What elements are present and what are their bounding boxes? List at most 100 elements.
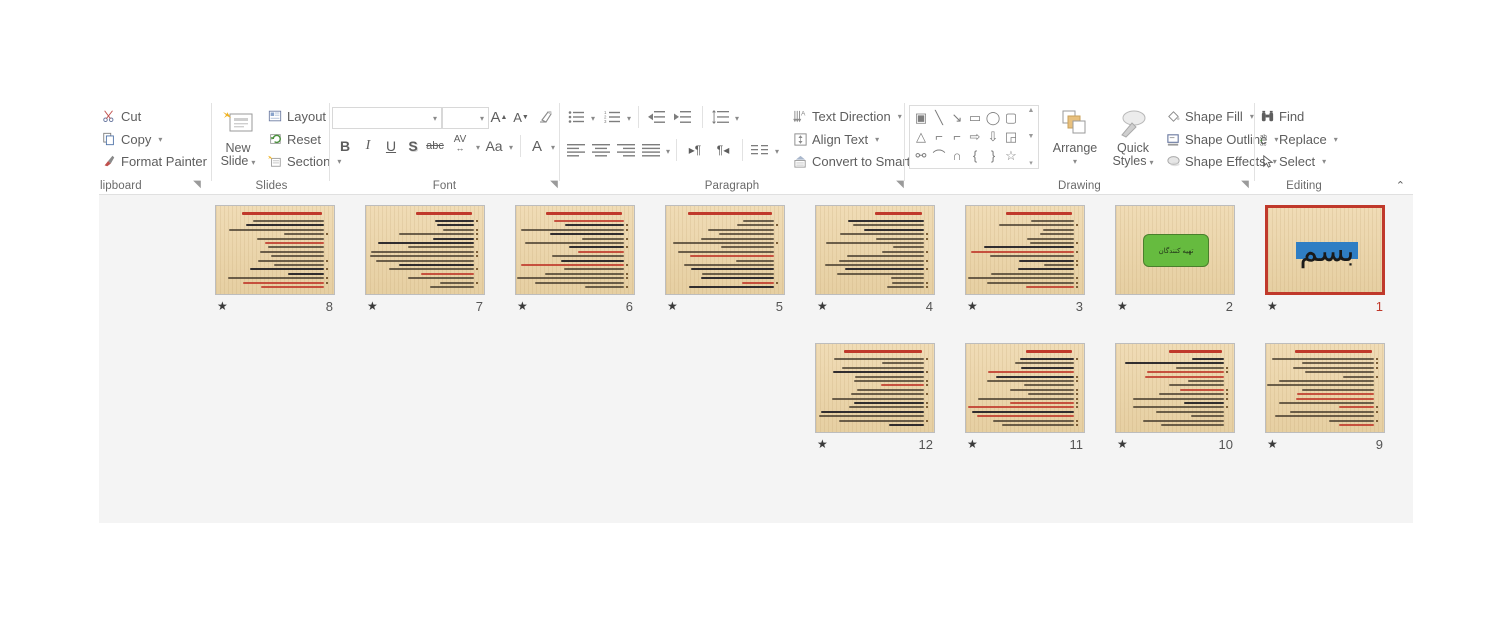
slide-thumbnail[interactable]: ★ 3 bbox=[965, 205, 1085, 317]
align-left-button[interactable] bbox=[566, 141, 586, 159]
reset-button[interactable]: Reset bbox=[267, 131, 321, 147]
collapse-ribbon-button[interactable]: ⌃ bbox=[1396, 179, 1405, 192]
animation-star-icon[interactable]: ★ bbox=[1117, 300, 1128, 312]
shape-item-17[interactable]: ☆ bbox=[1002, 146, 1020, 165]
shape-item-3[interactable]: ▭ bbox=[966, 108, 984, 127]
shape-item-0[interactable]: ▣ bbox=[912, 108, 930, 127]
chevron-down-icon[interactable]: ▾ bbox=[1334, 135, 1338, 144]
slide-thumbnail[interactable]: ★ 5 bbox=[665, 205, 785, 317]
slide-thumbnail[interactable]: ★ 8 bbox=[215, 205, 335, 317]
animation-star-icon[interactable]: ★ bbox=[967, 300, 978, 312]
increase-indent-button[interactable] bbox=[672, 108, 692, 126]
shape-fill-button[interactable]: Shape Fill ▾ bbox=[1165, 108, 1254, 124]
shape-item-8[interactable]: ⌐ bbox=[948, 127, 966, 146]
animation-star-icon[interactable]: ★ bbox=[1267, 300, 1278, 312]
slide-thumbnail-frame[interactable] bbox=[965, 205, 1085, 295]
slide-thumbnail-frame[interactable]: تهیه کنندگان bbox=[1115, 205, 1235, 295]
shape-item-1[interactable]: ╲ bbox=[930, 108, 948, 127]
animation-star-icon[interactable]: ★ bbox=[217, 300, 228, 312]
animation-star-icon[interactable]: ★ bbox=[367, 300, 378, 312]
shape-item-7[interactable]: ⌐ bbox=[930, 127, 948, 146]
clipboard-dialog-launcher[interactable]: ◥ bbox=[191, 179, 203, 191]
slide-thumbnail[interactable]: بسم ★ 1 bbox=[1265, 205, 1385, 317]
shape-item-4[interactable]: ◯ bbox=[984, 108, 1002, 127]
line-spacing-button[interactable] bbox=[710, 108, 730, 126]
quick-styles-button[interactable]: Quick Styles ▾ bbox=[1107, 105, 1159, 169]
slide-thumbnail-frame[interactable]: بسم bbox=[1265, 205, 1385, 295]
format-painter-button[interactable]: Format Painter bbox=[101, 153, 207, 169]
shape-item-5[interactable]: ▢ bbox=[1002, 108, 1020, 127]
strikethrough-button[interactable]: abc bbox=[424, 138, 446, 154]
chevron-down-icon[interactable]: ▾ bbox=[480, 114, 484, 123]
slide-thumbnail[interactable]: ★ 9 bbox=[1265, 343, 1385, 455]
animation-star-icon[interactable]: ★ bbox=[967, 438, 978, 450]
text-shadow-button[interactable]: S bbox=[404, 137, 422, 155]
shape-item-14[interactable]: ∩ bbox=[948, 146, 966, 165]
shape-item-11[interactable]: ◲ bbox=[1002, 127, 1020, 146]
chevron-down-icon[interactable]: ▾ bbox=[251, 158, 255, 167]
slide-thumbnail-frame[interactable] bbox=[515, 205, 635, 295]
shape-item-15[interactable]: { bbox=[966, 146, 984, 165]
chevron-down-icon[interactable]: ▾ bbox=[1150, 158, 1154, 167]
slide-thumbnail-frame[interactable] bbox=[815, 343, 935, 433]
clear-formatting-button[interactable] bbox=[537, 108, 555, 126]
justify-button[interactable] bbox=[641, 141, 661, 159]
text-direction-button[interactable]: A Text Direction ▾ bbox=[792, 108, 902, 124]
italic-button[interactable]: I bbox=[359, 137, 377, 155]
slide-thumbnail[interactable]: ★ 6 bbox=[515, 205, 635, 317]
increase-font-size-button[interactable]: A ▲ bbox=[490, 108, 508, 126]
shape-item-16[interactable]: } bbox=[984, 146, 1002, 165]
slide-thumbnail[interactable]: تهیه کنندگان ★ 2 bbox=[1115, 205, 1235, 317]
chevron-down-icon[interactable]: ▾ bbox=[735, 114, 739, 123]
shape-item-12[interactable]: ⚯ bbox=[912, 146, 930, 165]
new-slide-button[interactable]: New Slide ▾ bbox=[214, 105, 262, 169]
shape-item-10[interactable]: ⇩ bbox=[984, 127, 1002, 146]
rtl-text-direction-button[interactable]: ¶◂ bbox=[712, 141, 734, 159]
animation-star-icon[interactable]: ★ bbox=[1267, 438, 1278, 450]
chevron-down-icon[interactable]: ▾ bbox=[666, 147, 670, 156]
font-size-input[interactable]: ▾ bbox=[442, 107, 489, 129]
align-center-button[interactable] bbox=[591, 141, 611, 159]
chevron-down-icon[interactable]: ▾ bbox=[476, 143, 480, 152]
font-name-input[interactable]: ▾ bbox=[332, 107, 442, 129]
slide-thumbnail-frame[interactable] bbox=[815, 205, 935, 295]
bullets-button[interactable] bbox=[566, 108, 586, 126]
chevron-down-icon[interactable]: ▾ bbox=[433, 114, 437, 123]
copy-button[interactable]: Copy ▾ bbox=[101, 131, 162, 147]
scroll-up-icon[interactable]: ▲ bbox=[1028, 107, 1035, 114]
slide-thumbnail[interactable]: ★ 12 bbox=[815, 343, 935, 455]
chevron-down-icon[interactable]: ▾ bbox=[591, 114, 595, 123]
select-button[interactable]: Select ▾ bbox=[1259, 153, 1326, 169]
chevron-down-icon[interactable]: ▾ bbox=[1322, 157, 1326, 166]
slide-thumbnail-frame[interactable] bbox=[365, 205, 485, 295]
align-text-button[interactable]: Align Text ▾ bbox=[792, 131, 879, 147]
slide-thumbnail[interactable]: ★ 10 bbox=[1115, 343, 1235, 455]
align-right-button[interactable] bbox=[616, 141, 636, 159]
shape-item-13[interactable]: ⌒ bbox=[930, 146, 948, 165]
chevron-down-icon[interactable]: ▾ bbox=[775, 147, 779, 156]
slide-thumbnail-pane[interactable]: ★ 8 ★ 7 ★ 6 ★ 5 ★ 4 ★ 3 تهیه کنندگان ★ 2 بسم ★ 1 ★ 12 ★ 11 ★ 1… bbox=[99, 194, 1413, 523]
shape-item-6[interactable]: △ bbox=[912, 127, 930, 146]
chevron-down-icon[interactable]: ▾ bbox=[158, 135, 162, 144]
replace-button[interactable]: ab ac Replace ▾ bbox=[1259, 131, 1338, 147]
change-case-button[interactable]: Aa bbox=[484, 137, 504, 155]
decrease-font-size-button[interactable]: A ▼ bbox=[512, 108, 530, 126]
slide-thumbnail-frame[interactable] bbox=[215, 205, 335, 295]
layout-button[interactable]: Layout ▾ bbox=[267, 108, 337, 124]
chevron-down-icon[interactable]: ▾ bbox=[551, 143, 555, 152]
arrange-button[interactable]: Arrange ▾ bbox=[1047, 105, 1103, 168]
cut-button[interactable]: Cut bbox=[101, 108, 141, 124]
animation-star-icon[interactable]: ★ bbox=[817, 438, 828, 450]
numbering-button[interactable]: 123 bbox=[602, 108, 622, 126]
animation-star-icon[interactable]: ★ bbox=[817, 300, 828, 312]
animation-star-icon[interactable]: ★ bbox=[517, 300, 528, 312]
section-button[interactable]: Section ▾ bbox=[267, 153, 341, 169]
animation-star-icon[interactable]: ★ bbox=[667, 300, 678, 312]
chevron-down-icon[interactable]: ▾ bbox=[898, 112, 902, 121]
bold-button[interactable]: B bbox=[336, 137, 354, 155]
slide-thumbnail-frame[interactable] bbox=[1115, 343, 1235, 433]
ltr-text-direction-button[interactable]: ▸¶ bbox=[684, 141, 706, 159]
underline-button[interactable]: U bbox=[382, 137, 400, 155]
slide-thumbnail[interactable]: ★ 7 bbox=[365, 205, 485, 317]
slide-thumbnail-frame[interactable] bbox=[1265, 343, 1385, 433]
